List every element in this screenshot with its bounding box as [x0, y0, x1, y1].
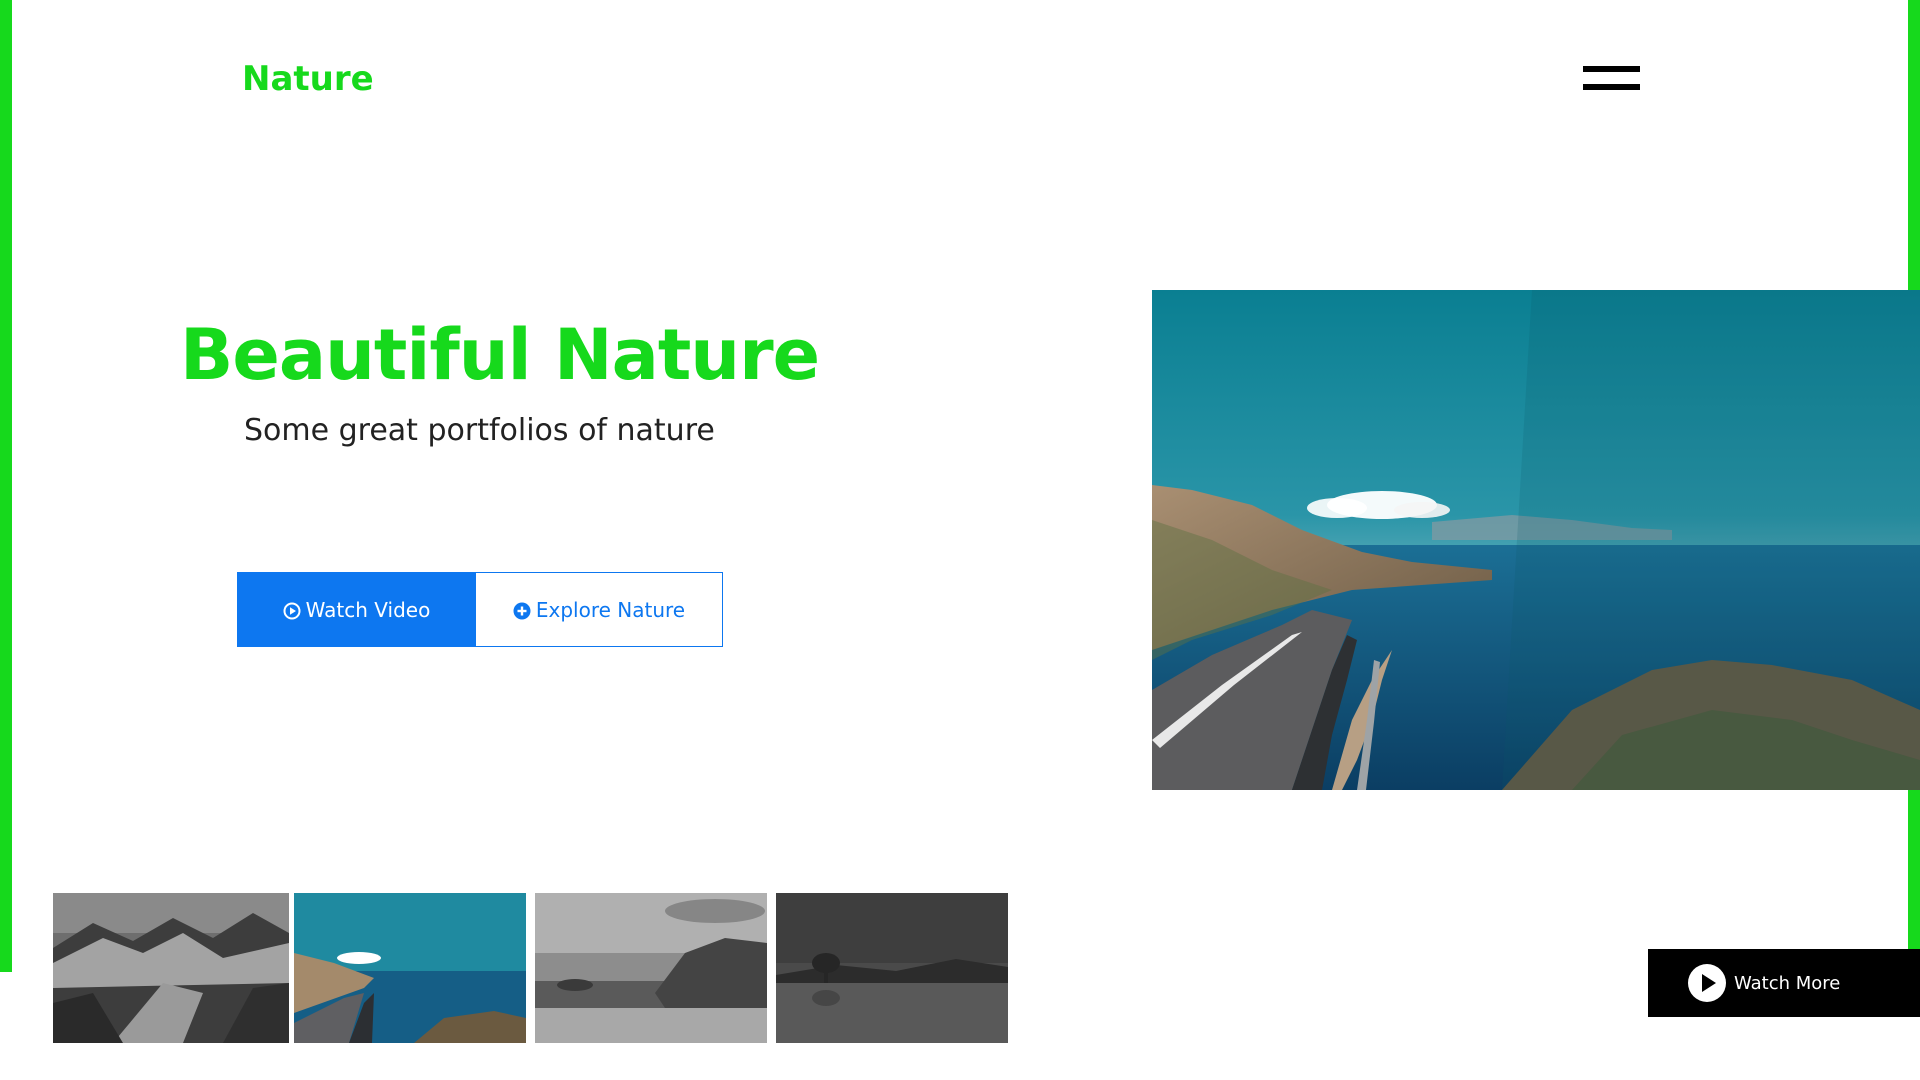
watch-more-label: Watch More — [1734, 972, 1841, 994]
explore-nature-label: Explore Nature — [535, 597, 686, 622]
explore-nature-button[interactable]: Explore Nature — [475, 572, 723, 647]
thumbnail-mountains[interactable] — [53, 893, 289, 1043]
thumbnail-beach-island[interactable] — [535, 893, 767, 1043]
thumbnail-coastal-road[interactable] — [294, 893, 526, 1043]
watch-more-button[interactable]: Watch More — [1648, 949, 1920, 1017]
hero-title: Beautiful Nature — [180, 314, 820, 396]
play-icon — [1688, 964, 1726, 1002]
brand-logo[interactable]: Nature — [242, 54, 374, 104]
plus-circle-icon — [513, 601, 531, 619]
watch-video-button[interactable]: Watch Video — [237, 572, 476, 647]
menu-bar-bottom — [1583, 84, 1640, 90]
hero-landscape-image — [1152, 290, 1920, 790]
play-circle-icon — [283, 601, 301, 619]
left-accent-border — [0, 0, 12, 972]
page: Nature Beautiful Nature Some great portf… — [0, 0, 1920, 1080]
watch-video-label: Watch Video — [305, 597, 431, 622]
thumbnail-lake-tree[interactable] — [776, 893, 1008, 1043]
right-accent-border-bottom — [1908, 790, 1920, 950]
hero-subtitle: Some great portfolios of nature — [244, 413, 715, 448]
right-accent-border-top — [1908, 0, 1920, 290]
menu-bar-top — [1583, 66, 1640, 72]
hamburger-menu-icon[interactable] — [1580, 62, 1640, 98]
